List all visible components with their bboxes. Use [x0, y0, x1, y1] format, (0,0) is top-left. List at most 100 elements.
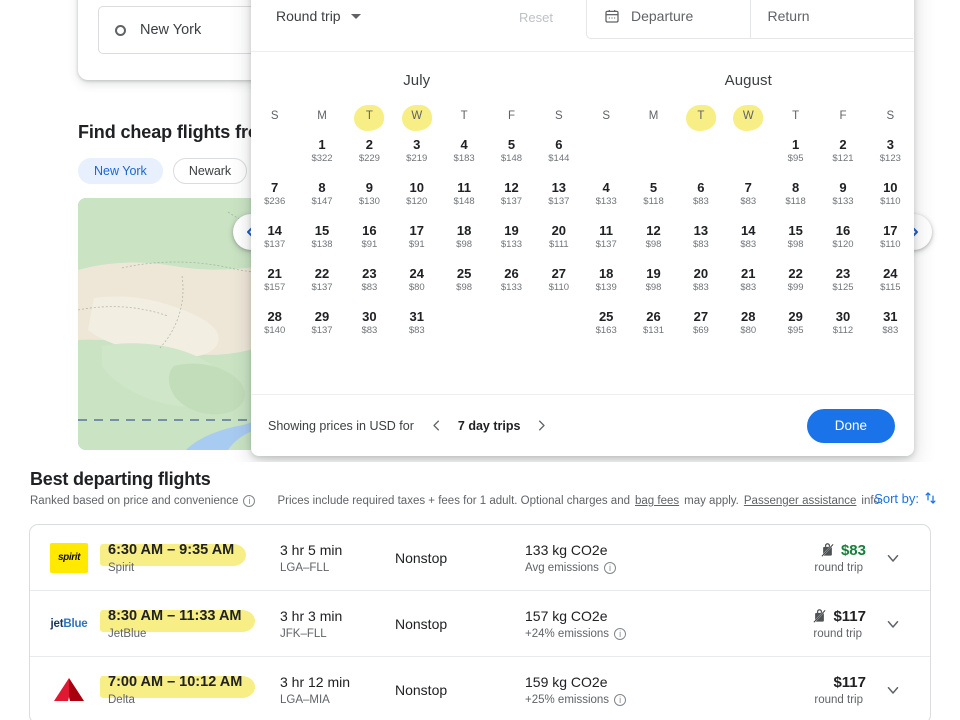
flight-row[interactable]: 7:00 AM – 10:12 AM Delta 3 hr 12 min LGA–MI…	[30, 657, 930, 720]
calendar-day-cell[interactable]: 21 $157	[251, 258, 298, 301]
flight-time-column: 7:00 AM – 10:12 AM Delta	[90, 674, 280, 706]
flight-row[interactable]: jetBlue 8:30 AM – 11:33 AM JetBlue 3 hr 3 m…	[30, 591, 930, 657]
calendar-day-cell[interactable]: 15 $138	[298, 215, 345, 258]
calendar-day-cell[interactable]: 23 $125	[819, 258, 866, 301]
emissions-column: 159 kg CO2e +25% emissions i	[525, 674, 705, 706]
calendar-day-cell[interactable]: 8 $118	[772, 172, 819, 215]
bag-fees-link[interactable]: bag fees	[635, 495, 679, 507]
calendar-day-cell[interactable]: 24 $115	[867, 258, 914, 301]
calendar-day-cell[interactable]: 17 $91	[393, 215, 440, 258]
calendar-day-cell[interactable]: 1 $322	[298, 129, 345, 172]
calendar-day-cell[interactable]: 17 $110	[867, 215, 914, 258]
day-price: $133	[500, 282, 523, 293]
info-icon[interactable]: i	[603, 561, 616, 574]
calendar-day-cell[interactable]: 28 $80	[725, 301, 772, 344]
calendar-day-cell[interactable]: 12 $137	[488, 172, 535, 215]
calendar-week-row: 28$14029$13730$8331$830$00$00$0	[251, 301, 583, 344]
calendar-day-cell[interactable]: 2 $229	[346, 129, 393, 172]
flight-time-column: 6:30 AM – 9:35 AM Spirit	[90, 542, 280, 574]
sort-by-button[interactable]: Sort by:	[874, 490, 938, 506]
flight-row[interactable]: spirit 6:30 AM – 9:35 AM Spirit 3 hr 5 min L…	[30, 525, 930, 591]
calendar-day-cell[interactable]: 19 $133	[488, 215, 535, 258]
calendar-day-cell[interactable]: 25 $163	[583, 301, 630, 344]
calendar-day-cell[interactable]: 16 $120	[819, 215, 866, 258]
calendar-day-cell[interactable]: 30 $112	[819, 301, 866, 344]
calendar-day-cell[interactable]: 22 $99	[772, 258, 819, 301]
calendar-day-cell[interactable]: 30 $83	[346, 301, 393, 344]
calendar-week-row: 11 $137 12 $98 13 $83 14 $83 15 $98 16 $120 17 $110	[583, 215, 915, 258]
day-price: $91	[361, 239, 378, 250]
calendar-day-cell[interactable]: 5 $148	[488, 129, 535, 172]
calendar-day-cell[interactable]: 31 $83	[867, 301, 914, 344]
calendar-day-cell[interactable]: 7 $83	[725, 172, 772, 215]
calendar-day-cell[interactable]: 15 $98	[772, 215, 819, 258]
calendar-day-cell[interactable]: 25 $98	[440, 258, 487, 301]
calendar-day-cell[interactable]: 24 $80	[393, 258, 440, 301]
city-chip-newark[interactable]: Newark	[172, 158, 248, 184]
flight-duration: 3 hr 3 min	[280, 607, 343, 624]
passenger-assistance-link[interactable]: Passenger assistance	[744, 495, 857, 507]
calendar-day-cell[interactable]: 23 $83	[346, 258, 393, 301]
calendar-day-cell[interactable]: 14 $137	[251, 215, 298, 258]
calendar-day-cell[interactable]: 9 $130	[346, 172, 393, 215]
calendar-day-cell[interactable]: 26 $131	[630, 301, 677, 344]
calendar-day-cell[interactable]: 13 $83	[677, 215, 724, 258]
calendar-day-cell[interactable]: 6 $144	[535, 129, 582, 172]
calendar-day-cell[interactable]: 26 $133	[488, 258, 535, 301]
calendar-day-cell[interactable]: 19 $98	[630, 258, 677, 301]
calendar-day-cell[interactable]: 2 $121	[819, 129, 866, 172]
calendar-day-cell[interactable]: 14 $83	[725, 215, 772, 258]
calendar-day-cell[interactable]: 1 $95	[772, 129, 819, 172]
calendar-day-cell[interactable]: 10 $120	[393, 172, 440, 215]
calendar-day-cell[interactable]: 27 $110	[535, 258, 582, 301]
trip-length-prev-button[interactable]	[429, 418, 444, 433]
reset-button[interactable]: Reset	[519, 10, 553, 25]
calendar-day-cell[interactable]: 3 $219	[393, 129, 440, 172]
day-number: 4	[460, 137, 468, 152]
trip-length-next-button[interactable]	[534, 418, 549, 433]
day-number: 4	[602, 180, 610, 195]
calendar-day-cell[interactable]: 29 $137	[298, 301, 345, 344]
day-price: $69	[692, 325, 709, 336]
calendar-day-cell[interactable]: 22 $137	[298, 258, 345, 301]
calendar-day-cell[interactable]: 11 $137	[583, 215, 630, 258]
info-icon[interactable]: i	[614, 627, 627, 640]
day-price: $229	[358, 153, 380, 164]
return-date-input[interactable]: Return	[749, 0, 914, 38]
calendar-day-cell[interactable]: 21 $83	[725, 258, 772, 301]
calendar-day-cell[interactable]: 31 $83	[393, 301, 440, 344]
calendar-day-cell[interactable]: 18 $98	[440, 215, 487, 258]
done-button[interactable]: Done	[806, 408, 895, 443]
day-number: 15	[314, 223, 330, 238]
trip-type-selector[interactable]: Round trip	[276, 8, 361, 24]
info-icon[interactable]: i	[243, 495, 256, 507]
calendar-day-cell[interactable]: 11 $148	[440, 172, 487, 215]
day-number: 1	[318, 137, 326, 152]
expand-flight-button[interactable]	[872, 681, 914, 699]
calendar-day-cell[interactable]: 8 $147	[298, 172, 345, 215]
calendar-day-cell[interactable]: 13 $137	[535, 172, 582, 215]
calendar-day-cell[interactable]: 3 $123	[867, 129, 914, 172]
calendar-day-cell[interactable]: 18 $139	[583, 258, 630, 301]
calendar-day-cell[interactable]: 5 $118	[630, 172, 677, 215]
expand-flight-button[interactable]	[872, 549, 914, 567]
departure-date-input[interactable]: Departure	[587, 0, 750, 38]
calendar-day-cell[interactable]: 6 $83	[677, 172, 724, 215]
calendar-day-cell[interactable]: 28 $140	[251, 301, 298, 344]
expand-flight-button[interactable]	[872, 615, 914, 633]
calendar-day-cell[interactable]: 4 $133	[583, 172, 630, 215]
calendar-day-cell[interactable]: 4 $183	[440, 129, 487, 172]
calendar-day-cell[interactable]: 29 $95	[772, 301, 819, 344]
chevron-left-icon	[433, 420, 439, 431]
calendar-day-cell[interactable]: 27 $69	[677, 301, 724, 344]
calendar-day-cell[interactable]: 10 $110	[867, 172, 914, 215]
city-chip-new-york[interactable]: New York	[78, 158, 163, 184]
calendar-day-cell[interactable]: 9 $133	[819, 172, 866, 215]
info-icon[interactable]: i	[614, 694, 627, 706]
calendar-day-cell[interactable]: 16 $91	[346, 215, 393, 258]
chevron-down-icon	[887, 554, 899, 562]
calendar-day-cell[interactable]: 20 $111	[535, 215, 582, 258]
calendar-day-cell[interactable]: 7 $236	[251, 172, 298, 215]
calendar-day-cell[interactable]: 20 $83	[677, 258, 724, 301]
calendar-day-cell[interactable]: 12 $98	[630, 215, 677, 258]
